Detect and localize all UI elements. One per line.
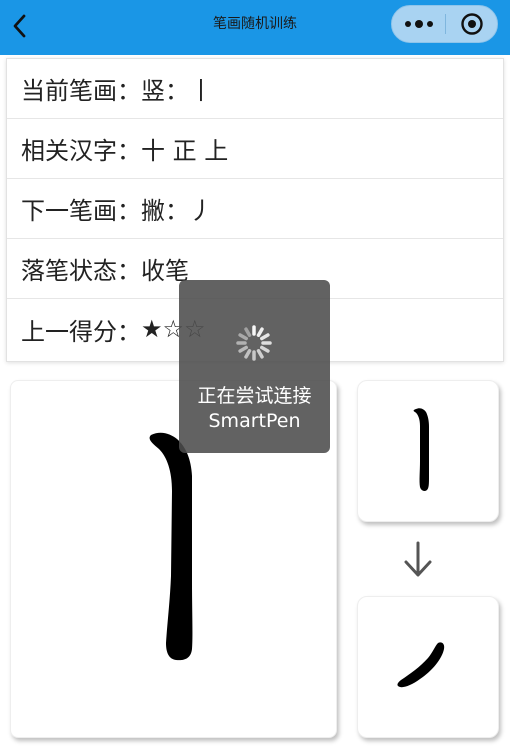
related-chars-value: 十 正 上 [141,137,229,165]
next-stroke-value: 撇：丿 [141,197,213,225]
chevron-left-icon [13,14,26,38]
arrow-down-icon [404,541,432,577]
pen-state-label: 落笔状态： [21,257,141,285]
toast-message-line1: 正在尝试连接 [197,385,312,407]
current-stroke-label: 当前笔画： [21,77,141,105]
stroke-training-page: 笔画随机训练 当前笔画： 竖：丨 相关汉字： 十 正 上 下一笔画： 撇：丿 落… [0,0,510,746]
navigation-bar: 笔画随机训练 [0,0,510,55]
current-stroke-preview [357,380,499,522]
current-stroke-row: 当前笔画： 竖：丨 [7,59,503,119]
next-stroke-preview [357,596,499,738]
next-stroke-label: 下一笔画： [21,197,141,225]
last-score-label: 上一得分： [21,317,141,346]
more-dots-icon-right [426,21,433,27]
next-stroke-preview-glyph [397,642,445,688]
target-close-icon [461,13,483,35]
page-title: 笔画随机训练 [213,16,297,32]
current-stroke-preview-glyph [413,408,429,491]
more-dots-icon-center [414,20,423,28]
related-chars-label: 相关汉字： [21,137,141,165]
current-stroke-value: 竖：丨 [141,77,213,105]
back-button[interactable] [4,8,36,44]
toast-message-line2: SmartPen [208,410,301,432]
more-button[interactable] [392,6,445,42]
close-mini-program-button[interactable] [446,6,498,42]
mini-program-capsule [391,5,498,43]
more-dots-icon [404,21,411,27]
toast-message: 正在尝试连接 SmartPen [179,384,330,434]
next-stroke-row: 下一笔画： 撇：丿 [7,179,503,239]
loading-spinner-icon [236,325,272,361]
connecting-toast: 正在尝试连接 SmartPen [179,280,330,453]
related-chars-row: 相关汉字： 十 正 上 [7,119,503,179]
